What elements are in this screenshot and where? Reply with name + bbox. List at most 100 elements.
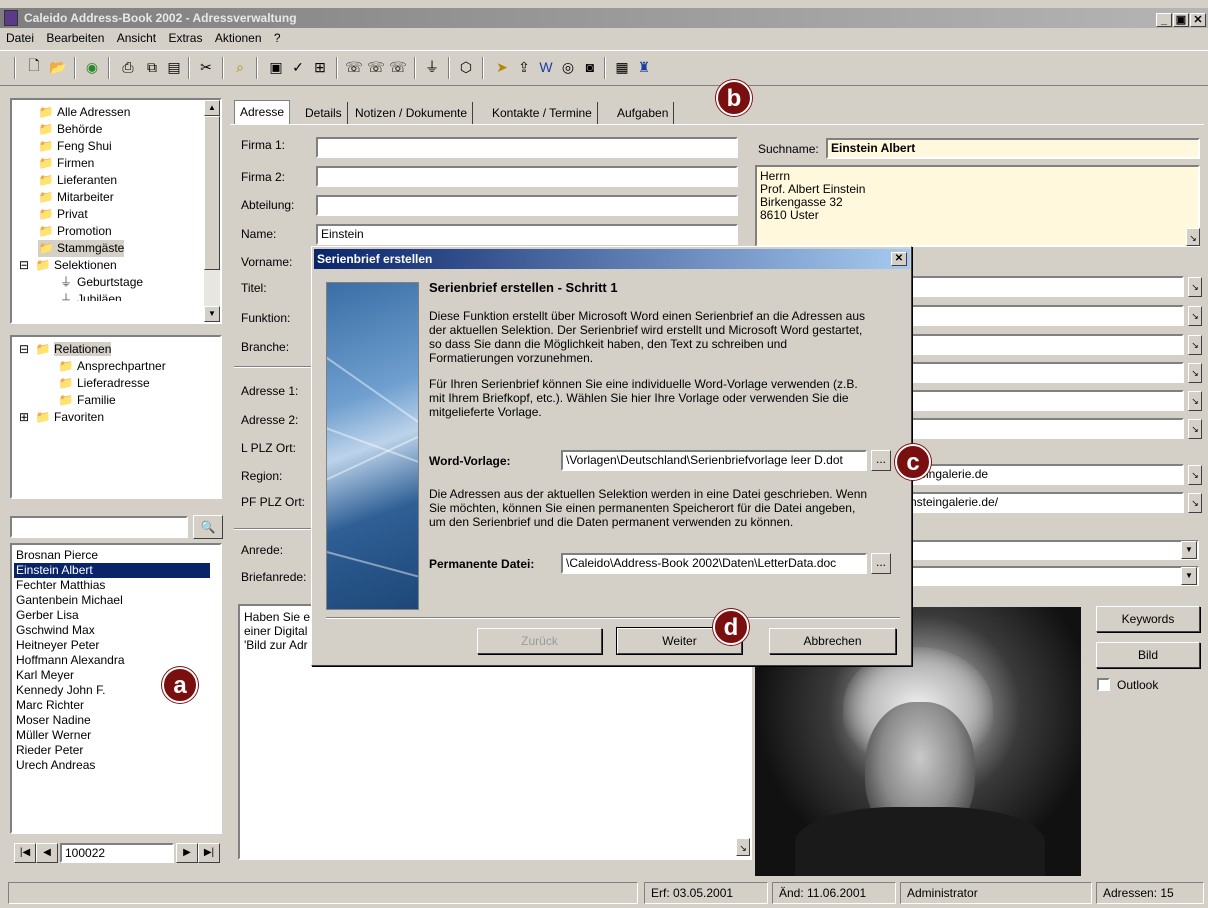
list-item[interactable]: Gschwind Max [14,623,210,638]
list-item[interactable]: Urech Andreas [14,758,210,773]
list-item[interactable]: Gantenbein Michael [14,593,210,608]
search-icon[interactable]: ⌕ [230,57,250,77]
paste-icon[interactable]: ▤ [164,57,184,77]
pager-action-button[interactable]: ↘ [1188,391,1202,411]
phone2-action-button[interactable]: ↘ [1188,306,1202,326]
list-item[interactable]: Gerber Lisa [14,608,210,623]
tree-item-jubilaeen[interactable]: ⏚ Jubiläen [58,291,122,301]
other-phone-field[interactable] [905,418,1184,439]
anrede-select[interactable] [905,540,1199,560]
outlook-icon[interactable]: ◙ [580,57,600,77]
next-record-button[interactable]: ▶ [176,843,198,863]
list-item[interactable]: Heitneyer Peter [14,638,210,653]
word-vorlage-field[interactable]: \Vorlagen\Deutschland\Serienbriefvorlage… [561,450,867,471]
abteilung-field[interactable] [316,195,738,216]
name-field[interactable]: Einstein [316,224,738,245]
suchname-field[interactable]: Einstein Albert [826,138,1200,159]
tree-item-familie[interactable]: 📁 Familie [58,392,116,409]
first-record-button[interactable]: |◀ [14,843,36,863]
keywords-button[interactable]: Keywords [1096,606,1200,632]
last-record-button[interactable]: ▶| [198,843,220,863]
website-action-button[interactable]: ↘ [1188,493,1202,513]
phone-icon[interactable]: ☏ [344,57,364,77]
open-icon[interactable]: 📂 [48,57,68,77]
list-item[interactable]: Einstein Albert [14,563,210,578]
tree-item-alle-adressen[interactable]: 📁 Alle Adressen [38,104,131,121]
tree-item-lieferadresse[interactable]: 📁 Lieferadresse [58,375,150,392]
export-icon[interactable]: ➤ [492,57,512,77]
list-item[interactable]: Rieder Peter [14,743,210,758]
exit-icon[interactable]: ♜ [634,57,654,77]
phone2-icon[interactable]: ☏ [366,57,386,77]
pager-field[interactable] [905,390,1184,411]
chevron-down-icon[interactable]: ▼ [1181,541,1197,559]
tree-item-favoriten[interactable]: ⊞ 📁 Favoriten [16,409,104,426]
list-item[interactable]: Moser Nadine [14,713,210,728]
import-icon[interactable]: ⇪ [514,57,534,77]
record-number-field[interactable]: 100022 [60,843,174,863]
tree-item-privat[interactable]: 📁 Privat [38,206,88,223]
browse-datei-button[interactable]: ... [871,553,891,574]
minimize-button[interactable]: _ [1156,13,1172,27]
close-button[interactable]: ✕ [1190,13,1206,27]
list-item[interactable]: Brosnan Pierce [14,548,210,563]
filter-icon[interactable]: ⏚ [422,57,442,77]
permanente-datei-field[interactable]: \Caleido\Address-Book 2002\Daten\LetterD… [561,553,867,574]
collapse-icon[interactable]: ⊟ [16,341,32,358]
tree-item-relationen[interactable]: ⊟ 📁 Relationen [16,341,112,358]
tab-details[interactable]: Details [300,102,348,124]
cd-icon[interactable]: ◎ [558,57,578,77]
list-item[interactable]: Müller Werner [14,728,210,743]
word-icon[interactable]: W [536,57,556,77]
mobile-action-button[interactable]: ↘ [1188,363,1202,383]
cancel-button[interactable]: Abbrechen [769,628,896,654]
phone-action-button[interactable]: ↘ [1188,277,1202,297]
phone-field[interactable] [905,276,1184,297]
maximize-button[interactable]: ▣ [1173,13,1189,27]
new-icon[interactable]: 🗋 [24,57,44,77]
address-block[interactable]: Herrn Prof. Albert Einstein Birkengasse … [755,165,1200,247]
collapse-icon[interactable]: ⊟ [16,257,32,274]
tab-notizen[interactable]: Notizen / Dokumente [350,102,474,124]
tree-item-geburtstage[interactable]: ⏚ Geburtstage [58,274,143,291]
cut-icon[interactable]: ✂ [196,57,216,77]
contact-card-icon[interactable]: ▣ [266,57,286,77]
scroll-down-button[interactable]: ▼ [204,306,220,322]
tree-item-behoerde[interactable]: 📁 Behörde [38,121,103,138]
website-field[interactable]: nsteingalerie.de/ [905,492,1184,513]
briefanrede-select[interactable] [905,566,1199,586]
tree-item-lieferanten[interactable]: 📁 Lieferanten [38,172,118,189]
email-action-button[interactable]: ↘ [1188,465,1202,485]
list-item[interactable]: Hoffmann Alexandra [14,653,210,668]
address-expand-button[interactable]: ↘ [1186,228,1200,246]
search-button[interactable]: 🔍 [193,515,223,539]
search-input[interactable] [10,516,188,538]
phone3-icon[interactable]: ☏ [388,57,408,77]
tab-aufgaben[interactable]: Aufgaben [612,102,675,124]
hierarchy-icon[interactable]: ⊞ [310,57,330,77]
fax-field[interactable] [905,334,1184,355]
mobile-field[interactable] [905,362,1184,383]
scroll-thumb[interactable] [204,116,220,270]
tag-icon[interactable]: ⬡ [456,57,476,77]
menu-help[interactable]: ? [274,29,281,47]
other-phone-action-button[interactable]: ↘ [1188,419,1202,439]
tree-item-stammgaeste[interactable]: 📁 Stammgäste [38,240,125,257]
prev-record-button[interactable]: ◀ [36,843,58,863]
close-icon[interactable]: ✕ [891,252,907,266]
menu-datei[interactable]: Datei [6,29,34,47]
phone2-field[interactable] [905,305,1184,326]
print-icon[interactable]: ⎙ [118,57,138,77]
notes-expand-button[interactable]: ↘ [736,838,750,856]
tab-adresse[interactable]: Adresse [234,100,291,124]
bild-button[interactable]: Bild [1096,642,1200,668]
help-book-icon[interactable]: ▦ [612,57,632,77]
expand-icon[interactable]: ⊞ [16,409,32,426]
refresh-icon[interactable]: ◉ [82,57,102,77]
menu-ansicht[interactable]: Ansicht [117,29,156,47]
fax-action-button[interactable]: ↘ [1188,335,1202,355]
outlook-checkbox[interactable] [1097,678,1110,691]
menu-bearbeiten[interactable]: Bearbeiten [46,29,104,47]
chevron-down-icon[interactable]: ▼ [1181,567,1197,585]
tree-item-feng-shui[interactable]: 📁 Feng Shui [38,138,112,155]
